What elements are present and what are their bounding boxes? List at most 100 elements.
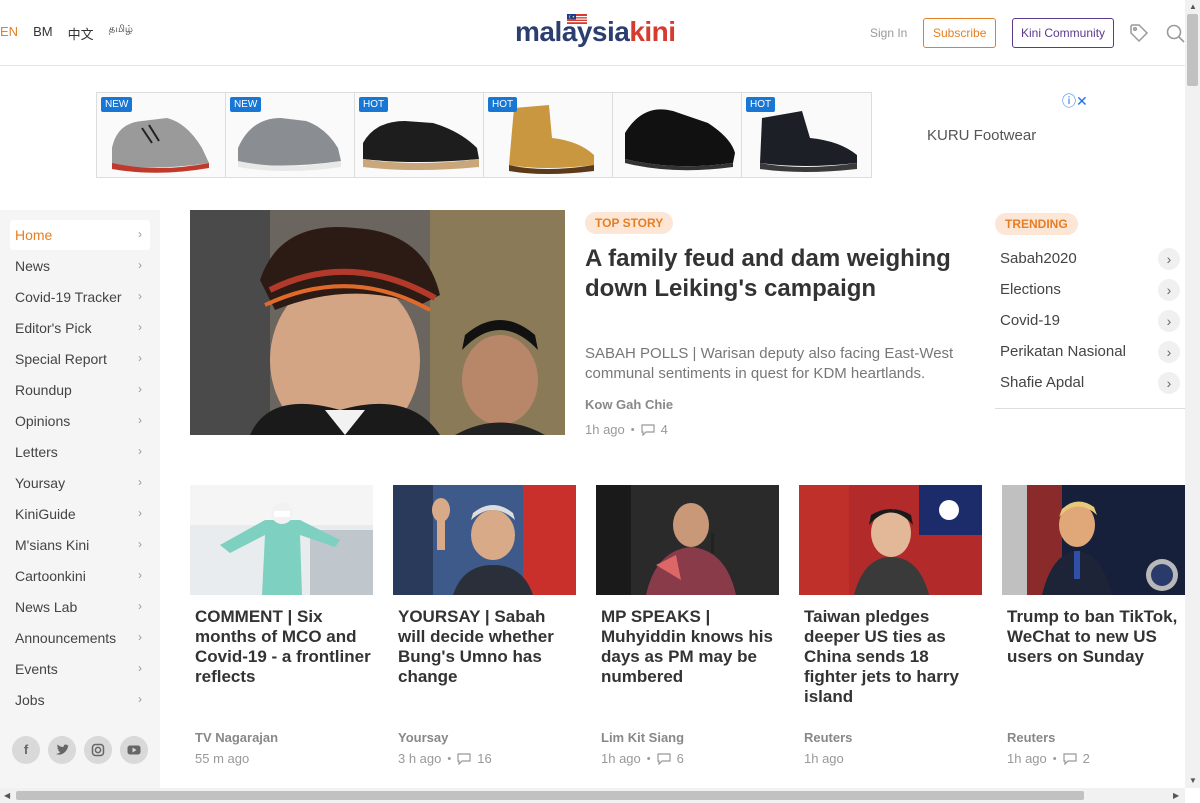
comment-icon[interactable]	[457, 752, 471, 765]
sidebar-item-label: Jobs	[15, 692, 45, 708]
card-image[interactable]	[190, 485, 373, 595]
comment-count[interactable]: 16	[477, 751, 491, 766]
search-icon[interactable]	[1165, 23, 1185, 43]
lang-ta[interactable]: தமிழ்	[109, 24, 133, 43]
sidebar-item-label: Events	[15, 661, 58, 677]
scroll-down-arrow-icon[interactable]: ▼	[1189, 776, 1197, 785]
sidebar-item-announcements[interactable]: Announcements ›	[10, 623, 150, 653]
card-author[interactable]: Reuters	[804, 730, 852, 745]
sidebar-item-news[interactable]: News ›	[10, 251, 150, 281]
sidebar-item-label: Yoursay	[15, 475, 66, 491]
card-headline[interactable]: MP SPEAKS | Muhyiddin knows his days as …	[601, 607, 779, 687]
card-image[interactable]	[799, 485, 982, 595]
subscribe-button[interactable]: Subscribe	[923, 18, 997, 48]
top-story-image[interactable]	[190, 210, 565, 435]
ad-banner[interactable]: NEW NEW HOT HOT HOT	[96, 92, 872, 178]
card-image[interactable]	[596, 485, 779, 595]
sidebar-item-jobs[interactable]: Jobs ›	[10, 685, 150, 715]
site-logo[interactable]: malaysiakini	[515, 16, 676, 48]
sidebar-item-roundup[interactable]: Roundup ›	[10, 375, 150, 405]
vertical-scrollbar[interactable]	[1185, 0, 1200, 788]
top-story-author[interactable]: Kow Gah Chie	[585, 397, 673, 412]
sidebar-item-label: Roundup	[15, 382, 72, 398]
trending-item-elections[interactable]: Elections ›	[1000, 278, 1180, 302]
card-author[interactable]: Reuters	[1007, 730, 1055, 745]
card-author[interactable]: Lim Kit Siang	[601, 730, 684, 745]
language-switcher: EN BM 中文 தமிழ்	[0, 24, 133, 43]
chevron-right-icon: ›	[1158, 279, 1180, 301]
chevron-right-icon: ›	[138, 289, 142, 303]
sidebar-item-covid-tracker[interactable]: Covid-19 Tracker ›	[10, 282, 150, 312]
sidebar-item-events[interactable]: Events ›	[10, 654, 150, 684]
trending-item-sabah2020[interactable]: Sabah2020 ›	[1000, 247, 1180, 271]
chevron-right-icon: ›	[138, 258, 142, 272]
chevron-right-icon: ›	[138, 382, 142, 396]
chevron-right-icon: ›	[138, 537, 142, 551]
scroll-up-arrow-icon[interactable]: ▲	[1189, 2, 1197, 11]
trending-item-shafie-apdal[interactable]: Shafie Apdal ›	[1000, 371, 1180, 395]
trending-item-covid19[interactable]: Covid-19 ›	[1000, 309, 1180, 333]
comment-icon[interactable]	[657, 752, 671, 765]
youtube-icon[interactable]	[120, 736, 148, 764]
ad-product-2[interactable]: NEW	[226, 93, 355, 177]
chevron-right-icon: ›	[1158, 310, 1180, 332]
sidebar-item-opinions[interactable]: Opinions ›	[10, 406, 150, 436]
ad-product-4[interactable]: HOT	[484, 93, 613, 177]
sidebar-item-cartoonkini[interactable]: Cartoonkini ›	[10, 561, 150, 591]
trending-item-perikatan-nasional[interactable]: Perikatan Nasional ›	[1000, 340, 1180, 364]
top-story-headline[interactable]: A family feud and dam weighing down Leik…	[585, 244, 965, 304]
portrait-photo	[190, 210, 565, 435]
lang-zh[interactable]: 中文	[68, 24, 94, 43]
facebook-icon[interactable]: f	[12, 736, 40, 764]
trending-badge: TRENDING	[995, 213, 1078, 235]
sidebar-item-label: News	[15, 258, 51, 274]
card-headline[interactable]: Taiwan pledges deeper US ties as China s…	[804, 607, 982, 707]
sidebar-item-home[interactable]: Home ›	[10, 220, 150, 250]
card-image[interactable]	[393, 485, 576, 595]
comment-icon[interactable]	[641, 423, 655, 436]
card-headline[interactable]: COMMENT | Six months of MCO and Covid-19…	[195, 607, 373, 687]
ad-product-5[interactable]	[613, 93, 742, 177]
comment-count[interactable]: 6	[677, 751, 684, 766]
ad-product-3[interactable]: HOT	[355, 93, 484, 177]
card-author[interactable]: TV Nagarajan	[195, 730, 278, 745]
chevron-right-icon: ›	[138, 475, 142, 489]
comment-count[interactable]: 2	[1083, 751, 1090, 766]
sidebar-item-yoursay[interactable]: Yoursay ›	[10, 468, 150, 498]
shoe-image	[625, 109, 735, 171]
ad-close-icon[interactable]: ⓘ✕	[1062, 91, 1088, 111]
card-headline[interactable]: Trump to ban TikTok, WeChat to new US us…	[1007, 607, 1185, 667]
ad-badge: NEW	[230, 97, 262, 112]
trump-photo	[1002, 485, 1185, 595]
sidebar-item-msians-kini[interactable]: M'sians Kini ›	[10, 530, 150, 560]
card-author[interactable]: Yoursay	[398, 730, 448, 745]
sidebar-item-special-report[interactable]: Special Report ›	[10, 344, 150, 374]
scroll-left-arrow-icon[interactable]: ◀	[4, 791, 10, 800]
instagram-icon[interactable]	[84, 736, 112, 764]
chevron-right-icon: ›	[138, 568, 142, 582]
kini-community-button[interactable]: Kini Community	[1012, 18, 1115, 48]
sidebar-item-kiniguide[interactable]: KiniGuide ›	[10, 499, 150, 529]
comment-count[interactable]: 4	[661, 422, 668, 437]
card-headline[interactable]: YOURSAY | Sabah will decide whether Bung…	[398, 607, 576, 687]
ad-product-1[interactable]: NEW	[97, 93, 226, 177]
horizontal-scrollbar-thumb[interactable]	[16, 791, 1084, 800]
card-meta: 55 m ago	[195, 751, 249, 766]
card-image[interactable]	[1002, 485, 1185, 595]
sidebar-item-editors-pick[interactable]: Editor's Pick ›	[10, 313, 150, 343]
ad-brand-label[interactable]: KURU Footwear	[927, 127, 1036, 144]
lang-bm[interactable]: BM	[33, 24, 53, 43]
comment-icon[interactable]	[1063, 752, 1077, 765]
separator-dot: •	[630, 423, 635, 436]
trending-divider	[995, 408, 1185, 409]
chevron-right-icon: ›	[138, 661, 142, 675]
lang-en[interactable]: EN	[0, 24, 18, 43]
scroll-right-arrow-icon[interactable]: ▶	[1173, 791, 1179, 800]
tag-icon[interactable]	[1129, 23, 1149, 43]
sidebar-item-news-lab[interactable]: News Lab ›	[10, 592, 150, 622]
sidebar-item-letters[interactable]: Letters ›	[10, 437, 150, 467]
sign-in-link[interactable]: Sign In	[870, 26, 907, 40]
vertical-scrollbar-thumb[interactable]	[1187, 14, 1198, 86]
ad-product-6[interactable]: HOT	[742, 93, 871, 177]
twitter-icon[interactable]	[48, 736, 76, 764]
